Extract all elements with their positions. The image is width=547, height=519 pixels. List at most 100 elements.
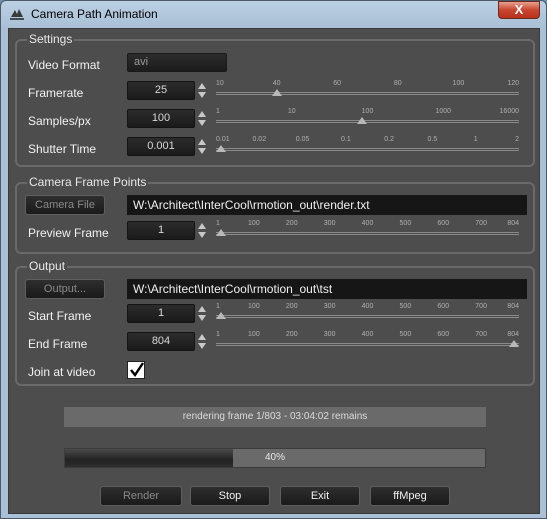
- shutter-slider-track[interactable]: [216, 148, 519, 151]
- slider-tick-label: 1: [216, 108, 220, 115]
- start-frame-spinbox[interactable]: 1: [127, 304, 195, 323]
- preview-frame-slider-ticks: 1 100 200 300 400 500 600 700 804: [216, 220, 519, 230]
- slider-tick-label: 0.1: [340, 136, 351, 143]
- slider-tick-label: 60: [333, 80, 342, 87]
- slider-tick-label: 100: [452, 80, 465, 87]
- close-icon: X: [514, 2, 524, 17]
- slider-tick-label: 600: [437, 331, 450, 338]
- exit-button[interactable]: Exit: [280, 486, 360, 506]
- end-frame-slider-thumb[interactable]: [509, 340, 519, 347]
- preview-frame-slider-track[interactable]: [216, 232, 519, 235]
- camera-file-button[interactable]: Camera File: [25, 195, 105, 215]
- output-button[interactable]: Output...: [25, 279, 105, 299]
- framerate-slider-track[interactable]: [216, 92, 519, 95]
- output-group: Output Output... W:\Architect\InterCool\…: [15, 259, 535, 386]
- shutter-label: Shutter Time: [28, 142, 97, 156]
- framerate-slider-thumb[interactable]: [271, 89, 282, 96]
- slider-tick-label: 1: [473, 136, 478, 143]
- start-frame-slider-ticks: 1 100 200 300 400 500 600 700 804: [216, 303, 519, 313]
- start-frame-slider[interactable]: 1 100 200 300 400 500 600 700 804: [216, 303, 519, 323]
- progress-label: 40%: [264, 452, 285, 463]
- slider-tick-label: 0.02: [252, 136, 267, 143]
- stop-button[interactable]: Stop: [190, 486, 270, 506]
- framerate-spinbox[interactable]: 25: [127, 81, 195, 100]
- preview-frame-slider-thumb[interactable]: [216, 229, 226, 236]
- output-path[interactable]: W:\Architect\InterCool\rmotion_out\tst: [127, 279, 527, 299]
- end-frame-slider-track[interactable]: [216, 343, 519, 346]
- samples-slider[interactable]: 1 10 100 1000 16000: [216, 108, 519, 128]
- end-frame-label: End Frame: [28, 337, 88, 351]
- slider-tick-label: 600: [437, 220, 450, 227]
- window-title: Camera Path Animation: [31, 7, 158, 21]
- status-bar: rendering frame 1/803 - 03:04:02 remains: [64, 407, 486, 427]
- slider-tick-label: 804: [507, 303, 519, 310]
- shutter-slider[interactable]: 0.01 0.02 0.05 0.1 0.2 0.5 1 2: [216, 136, 519, 156]
- client-area: Settings Video Format avi Framerate 25 1…: [8, 28, 540, 514]
- slider-tick-label: 80: [393, 80, 402, 87]
- slider-tick-label: 40: [272, 80, 281, 87]
- end-frame-spin-arrows[interactable]: [198, 332, 207, 351]
- slider-tick-label: 1: [216, 220, 220, 227]
- start-frame-slider-track[interactable]: [216, 315, 519, 318]
- slider-tick-label: 0.01: [216, 136, 230, 143]
- slider-tick-label: 400: [361, 331, 374, 338]
- shutter-spinbox[interactable]: 0.001: [127, 137, 195, 156]
- preview-frame-spinbox[interactable]: 1: [127, 221, 195, 240]
- start-frame-slider-thumb[interactable]: [216, 312, 226, 319]
- slider-tick-label: 600: [437, 303, 450, 310]
- shutter-spin-arrows[interactable]: [198, 137, 207, 156]
- slider-tick-label: 1: [216, 331, 220, 338]
- slider-tick-label: 500: [399, 331, 412, 338]
- slider-tick-label: 0.05: [295, 136, 310, 143]
- shutter-slider-thumb[interactable]: [216, 145, 226, 152]
- slider-tick-label: 1000: [435, 108, 452, 115]
- slider-tick-label: 100: [248, 220, 260, 227]
- slider-tick-label: 200: [285, 220, 298, 227]
- samples-slider-track[interactable]: [216, 120, 519, 123]
- slider-tick-label: 0.5: [427, 136, 438, 143]
- camera-file-path[interactable]: W:\Architect\InterCool\rmotion_out\rende…: [127, 195, 527, 215]
- camera-points-group: Camera Frame Points Camera File W:\Archi…: [15, 175, 535, 254]
- slider-tick-label: 10: [216, 80, 224, 87]
- slider-tick-label: 500: [399, 303, 412, 310]
- slider-tick-label: 120: [507, 80, 519, 87]
- end-frame-slider[interactable]: 1 100 200 300 400 500 600 700 804: [216, 331, 519, 351]
- output-group-title: Output: [27, 259, 68, 273]
- preview-frame-slider[interactable]: 1 100 200 300 400 500 600 700 804: [216, 220, 519, 240]
- slider-tick-label: 400: [361, 303, 374, 310]
- app-window: Camera Path Animation X Settings Video F…: [0, 0, 547, 519]
- samples-spinbox[interactable]: 100: [127, 109, 195, 128]
- video-format-label: Video Format: [28, 58, 100, 72]
- app-icon: [10, 9, 24, 20]
- preview-frame-spin-arrows[interactable]: [198, 221, 207, 240]
- slider-tick-label: 2: [515, 136, 519, 143]
- slider-tick-label: 100: [361, 108, 374, 115]
- framerate-slider-ticks: 10 40 60 80 100 120: [216, 80, 519, 90]
- slider-tick-label: 300: [323, 303, 336, 310]
- framerate-spin-arrows[interactable]: [198, 81, 207, 100]
- title-bar[interactable]: Camera Path Animation X: [1, 1, 546, 27]
- samples-slider-thumb[interactable]: [356, 117, 367, 124]
- samples-spin-arrows[interactable]: [198, 109, 207, 128]
- join-video-checkbox[interactable]: [127, 361, 145, 379]
- start-frame-label: Start Frame: [28, 309, 92, 323]
- slider-tick-label: 200: [285, 303, 298, 310]
- video-format-select[interactable]: avi: [127, 53, 227, 72]
- slider-tick-label: 400: [361, 220, 374, 227]
- slider-tick-label: 100: [248, 303, 260, 310]
- slider-tick-label: 300: [323, 331, 336, 338]
- slider-tick-label: 804: [507, 220, 519, 227]
- samples-label: Samples/px: [28, 114, 91, 128]
- start-frame-spin-arrows[interactable]: [198, 304, 207, 323]
- slider-tick-label: 700: [475, 303, 487, 310]
- checkmark-icon: [130, 362, 144, 378]
- slider-tick-label: 10: [287, 108, 296, 115]
- close-button[interactable]: X: [498, 1, 540, 19]
- settings-group-title: Settings: [27, 32, 75, 46]
- ffmpeg-button[interactable]: ffMpeg: [370, 486, 450, 506]
- preview-frame-label: Preview Frame: [28, 226, 109, 240]
- end-frame-spinbox[interactable]: 804: [127, 332, 195, 351]
- settings-group: Settings Video Format avi Framerate 25 1…: [15, 32, 535, 167]
- framerate-slider[interactable]: 10 40 60 80 100 120: [216, 80, 519, 100]
- render-button[interactable]: Render: [100, 486, 182, 506]
